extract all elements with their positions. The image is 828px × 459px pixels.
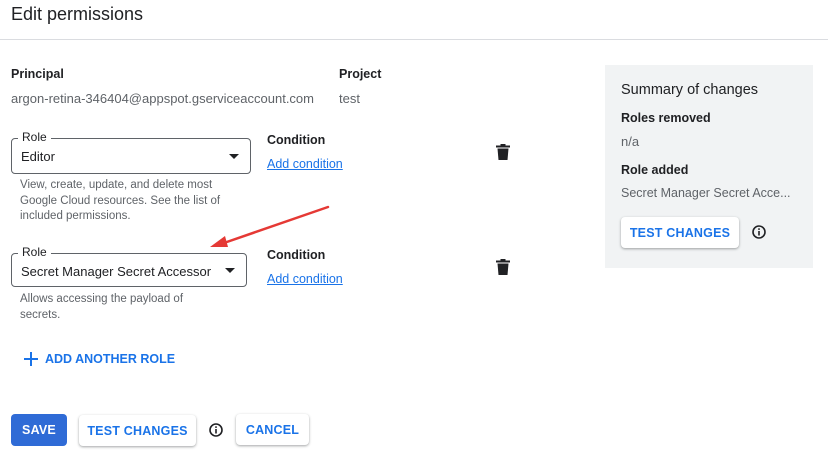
project-label: Project xyxy=(339,67,382,81)
save-button[interactable]: SAVE xyxy=(11,414,67,446)
role-value: Secret Manager Secret Accessor xyxy=(21,264,212,279)
condition-label: Condition xyxy=(267,133,326,147)
info-icon[interactable] xyxy=(752,225,766,244)
chevron-down-icon xyxy=(225,268,235,273)
trash-icon[interactable] xyxy=(496,259,510,280)
roles-removed-label: Roles removed xyxy=(621,111,711,125)
plus-icon xyxy=(24,352,38,366)
role-select-secret-accessor[interactable]: Role Secret Manager Secret Accessor xyxy=(11,245,247,287)
red-arrow-icon xyxy=(210,205,330,247)
add-condition-link[interactable]: Add condition xyxy=(267,157,343,171)
add-another-role-button[interactable]: ADD ANOTHER ROLE xyxy=(24,352,175,366)
role-added-value: Secret Manager Secret Acce... xyxy=(621,186,791,200)
page-title: Edit permissions xyxy=(11,4,144,24)
role-select-editor[interactable]: Role Editor xyxy=(11,130,251,174)
cancel-button[interactable]: CANCEL xyxy=(236,414,309,445)
principal-label: Principal xyxy=(11,67,64,81)
role-help-text: Allows accessing the payload of secrets. xyxy=(20,293,184,321)
chevron-down-icon xyxy=(229,154,239,159)
summary-panel: Summary of changes Roles removed n/a Rol… xyxy=(605,65,813,268)
summary-test-changes-button[interactable]: TEST CHANGES xyxy=(621,217,739,248)
summary-title: Summary of changes xyxy=(621,82,759,98)
test-changes-button[interactable]: TEST CHANGES xyxy=(79,415,196,446)
project-value: test xyxy=(339,91,360,106)
info-icon[interactable] xyxy=(209,423,223,442)
add-condition-link[interactable]: Add condition xyxy=(267,272,343,286)
roles-removed-value: n/a xyxy=(621,134,640,149)
principal-value: argon-retina-346404@appspot.gserviceacco… xyxy=(11,91,314,106)
role-added-label: Role added xyxy=(621,163,689,177)
condition-label: Condition xyxy=(267,248,326,262)
trash-icon[interactable] xyxy=(496,144,510,165)
role-legend: Role xyxy=(18,245,51,259)
role-value: Editor xyxy=(21,149,55,164)
add-another-role-label: ADD ANOTHER ROLE xyxy=(45,352,176,366)
header-divider xyxy=(0,39,828,40)
role-legend: Role xyxy=(18,130,51,144)
